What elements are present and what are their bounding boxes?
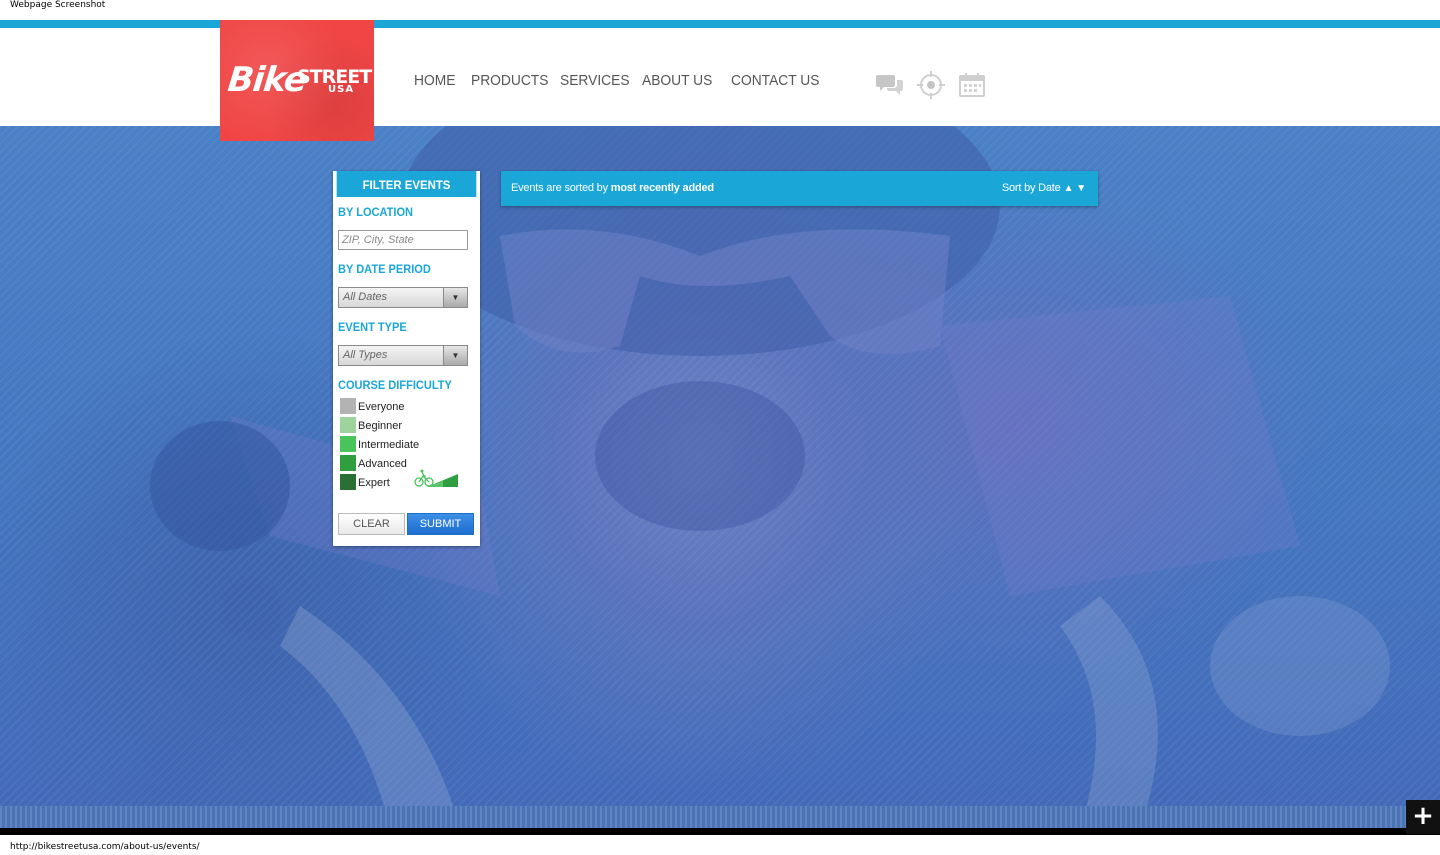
chevron-down-icon: ▼ xyxy=(443,288,467,307)
nav-home[interactable]: HOME xyxy=(414,72,455,89)
difficulty-swatch xyxy=(340,436,356,452)
chat-bubbles-icon[interactable] xyxy=(875,70,905,100)
difficulty-swatch xyxy=(340,474,356,490)
sort-ascending-icon[interactable]: ▲ xyxy=(1064,183,1074,194)
sort-status-value: most recently added xyxy=(610,182,714,194)
course-difficulty-title: COURSE DIFFICULTY xyxy=(338,378,452,392)
date-period-title: BY DATE PERIOD xyxy=(338,262,431,276)
nav-about-us[interactable]: ABOUT US xyxy=(642,72,712,89)
chevron-down-icon: ▼ xyxy=(443,346,467,365)
difficulty-swatch xyxy=(340,417,356,433)
event-type-value: All Types xyxy=(343,349,388,361)
screenshot-label: Webpage Screenshot xyxy=(10,0,106,10)
difficulty-swatch xyxy=(340,398,356,414)
status-url: http://bikestreetusa.com/about-us/events… xyxy=(10,842,200,852)
nav-products[interactable]: PRODUCTS xyxy=(471,72,548,89)
filter-title: FILTER EVENTS xyxy=(336,171,477,197)
sort-status: Events are sorted by most recently added xyxy=(511,182,714,194)
target-icon[interactable] xyxy=(916,70,946,100)
site-header xyxy=(0,28,1440,126)
hero-bottom-strip xyxy=(0,806,1440,828)
logo-usa-text: USA xyxy=(328,84,355,95)
sort-by-date-label: Sort by Date xyxy=(1001,182,1061,194)
location-title: BY LOCATION xyxy=(338,205,414,219)
logo-bike-text: Bike xyxy=(225,60,309,100)
clear-button[interactable]: CLEAR xyxy=(338,513,405,535)
event-type-title: EVENT TYPE xyxy=(338,320,407,334)
submit-button[interactable]: SUBMIT xyxy=(407,513,474,535)
sort-by-date-control[interactable]: Sort by Date ▲ ▼ xyxy=(1002,182,1086,194)
difficulty-swatch xyxy=(340,455,356,471)
sort-descending-icon[interactable]: ▼ xyxy=(1076,183,1086,194)
date-period-select[interactable]: All Dates ▼ xyxy=(338,287,468,308)
bottom-bar xyxy=(0,828,1440,835)
expand-plus-button[interactable]: + xyxy=(1406,800,1440,834)
sort-bar: Events are sorted by most recently added… xyxy=(501,171,1098,206)
difficulty-label: Expert xyxy=(358,477,390,489)
bicycle-slope-icon xyxy=(413,468,459,488)
difficulty-label: Advanced xyxy=(358,458,407,470)
nav-services[interactable]: SERVICES xyxy=(560,72,630,89)
sort-status-prefix: Events are sorted by xyxy=(511,182,608,194)
calendar-icon[interactable] xyxy=(957,70,987,100)
nav-contact-us[interactable]: CONTACT US xyxy=(731,72,819,89)
hero-background-photo xyxy=(0,126,1440,828)
event-type-select[interactable]: All Types ▼ xyxy=(338,345,468,366)
difficulty-label: Beginner xyxy=(358,420,403,432)
difficulty-label: Everyone xyxy=(358,401,405,413)
top-accent-bar xyxy=(0,20,1440,28)
site-logo[interactable]: Bike STREET USA xyxy=(220,20,374,141)
filter-events-panel: FILTER EVENTS BY LOCATION BY DATE PERIOD… xyxy=(333,171,480,546)
date-period-value: All Dates xyxy=(343,291,388,303)
location-input[interactable] xyxy=(338,230,468,250)
difficulty-label: Intermediate xyxy=(358,439,420,451)
